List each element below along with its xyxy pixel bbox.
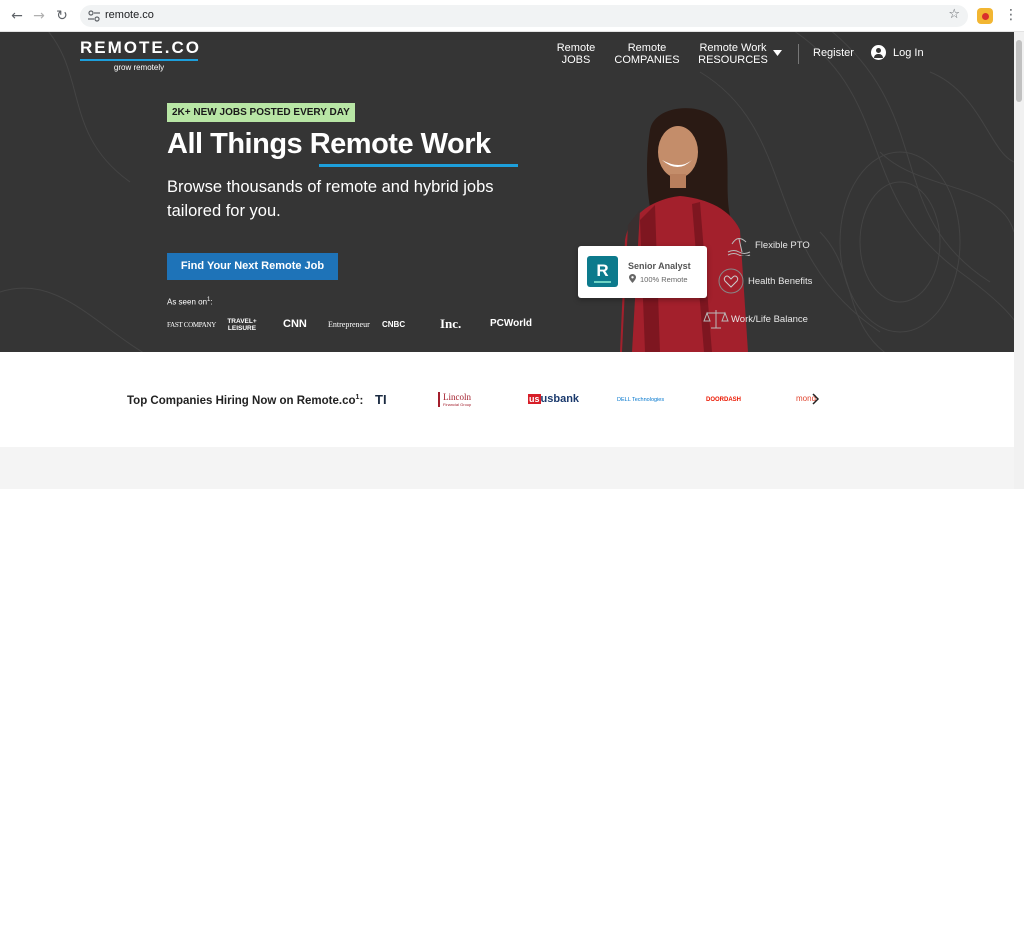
- nav-companies-line1: Remote: [627, 42, 667, 54]
- job-title: Senior Analyst: [628, 261, 691, 271]
- headline-underline: [319, 164, 518, 167]
- company-logo-usbank[interactable]: ususbank: [528, 393, 579, 405]
- browser-menu-icon[interactable]: ⋮: [1004, 7, 1018, 23]
- hero-subheading: Browse thousands of remote and hybrid jo…: [167, 178, 494, 220]
- perk-health-benefits: Health Benefits: [748, 276, 813, 287]
- scrollbar-thumb[interactable]: [1016, 40, 1022, 102]
- page-scrollbar[interactable]: [1014, 32, 1024, 489]
- press-logo-pcworld: PCWorld: [490, 318, 533, 329]
- company-logo-doordash[interactable]: DOORDASH: [706, 397, 741, 403]
- logo-underline: [80, 59, 198, 61]
- usbank-text: usbank: [540, 393, 580, 405]
- headline-highlight: Remote Work: [309, 128, 491, 160]
- company-logo: R: [587, 256, 618, 287]
- logo-tagline: grow remotely: [113, 63, 165, 72]
- press-logo-cnbc: CNBC: [382, 320, 406, 329]
- press-logo-fastcompany: FAST COMPANY: [167, 321, 216, 329]
- nav-divider: [798, 44, 799, 64]
- job-location: 100% Remote: [640, 275, 688, 284]
- next-section-background: [0, 447, 1014, 936]
- nav-remote-work-resources[interactable]: Remote Work RESOURCES: [695, 42, 771, 66]
- register-link[interactable]: Register: [813, 47, 854, 59]
- top-companies-suffix: :: [359, 394, 364, 407]
- url-text[interactable]: remote.co: [105, 9, 154, 21]
- top-companies-text: Top Companies Hiring Now on Remote.co: [127, 394, 356, 407]
- press-logo-cnn: CNN: [283, 318, 307, 330]
- location-pin-icon: [629, 274, 636, 283]
- nav-resources-line1: Remote Work: [699, 42, 767, 54]
- hero-headline: All Things Remote Work: [167, 128, 491, 161]
- company-logo-lincoln[interactable]: Lincoln Financial Group: [438, 392, 482, 407]
- press-logo-entrepreneur: Entrepreneur: [328, 320, 370, 329]
- bookmark-star-icon[interactable]: ☆: [948, 7, 960, 22]
- lincoln-name: Lincoln: [443, 392, 471, 402]
- forward-arrow-icon[interactable]: →: [30, 7, 48, 25]
- lincoln-subtitle: Financial Group: [443, 402, 472, 407]
- nav-jobs-line2: JOBS: [561, 54, 591, 66]
- press-logo-travel-leisure: TRAVEL+ LEISURE: [227, 318, 257, 332]
- login-link[interactable]: Log In: [893, 47, 924, 59]
- top-companies-label: Top Companies Hiring Now on Remote.co1:: [127, 394, 363, 407]
- nav-remote-jobs[interactable]: Remote JOBS: [553, 42, 599, 66]
- nav-remote-companies[interactable]: Remote COMPANIES: [614, 42, 680, 66]
- address-bar[interactable]: remote.co ☆: [80, 5, 968, 27]
- as-seen-on-suffix: :: [210, 297, 213, 307]
- balance-scale-icon: [703, 310, 729, 329]
- carousel-next-icon[interactable]: [812, 393, 820, 405]
- browser-toolbar: ← → ↻ remote.co ☆ ⋮: [0, 0, 1024, 32]
- user-account-icon[interactable]: [871, 45, 886, 60]
- as-seen-on-text: As seen on: [167, 297, 208, 307]
- featured-job-card[interactable]: R Senior Analyst 100% Remote: [578, 246, 707, 298]
- logo-wordmark: REMOTE.CO: [80, 38, 201, 57]
- usbank-us: us: [528, 394, 541, 404]
- perk-flexible-pto: Flexible PTO: [755, 240, 810, 251]
- nav-companies-line2: COMPANIES: [614, 54, 680, 66]
- reload-icon[interactable]: ↻: [53, 7, 71, 25]
- extension-icon[interactable]: [977, 8, 993, 24]
- company-logo-dell[interactable]: DELL Technologies: [617, 397, 664, 403]
- press-logo-inc: Inc.: [440, 316, 462, 331]
- dropdown-caret-icon[interactable]: [773, 50, 782, 56]
- site-logo[interactable]: REMOTE.CO grow remotely: [80, 38, 201, 72]
- back-arrow-icon[interactable]: ←: [8, 7, 26, 25]
- perk-work-life-balance: Work/Life Balance: [731, 314, 808, 325]
- as-seen-on-label: As seen on1:: [167, 297, 213, 307]
- company-logo-ti[interactable]: TI: [375, 392, 387, 407]
- find-job-button[interactable]: Find Your Next Remote Job: [167, 253, 338, 280]
- site-settings-icon[interactable]: [88, 9, 100, 23]
- headline-part1: All Things: [167, 128, 310, 160]
- jobs-posted-badge: 2K+ NEW JOBS POSTED EVERY DAY: [167, 103, 355, 122]
- nav-jobs-line1: Remote: [556, 42, 596, 54]
- nav-resources-line2: RESOURCES: [698, 54, 768, 66]
- heart-icon: [718, 268, 744, 294]
- beach-umbrella-icon: [727, 238, 751, 256]
